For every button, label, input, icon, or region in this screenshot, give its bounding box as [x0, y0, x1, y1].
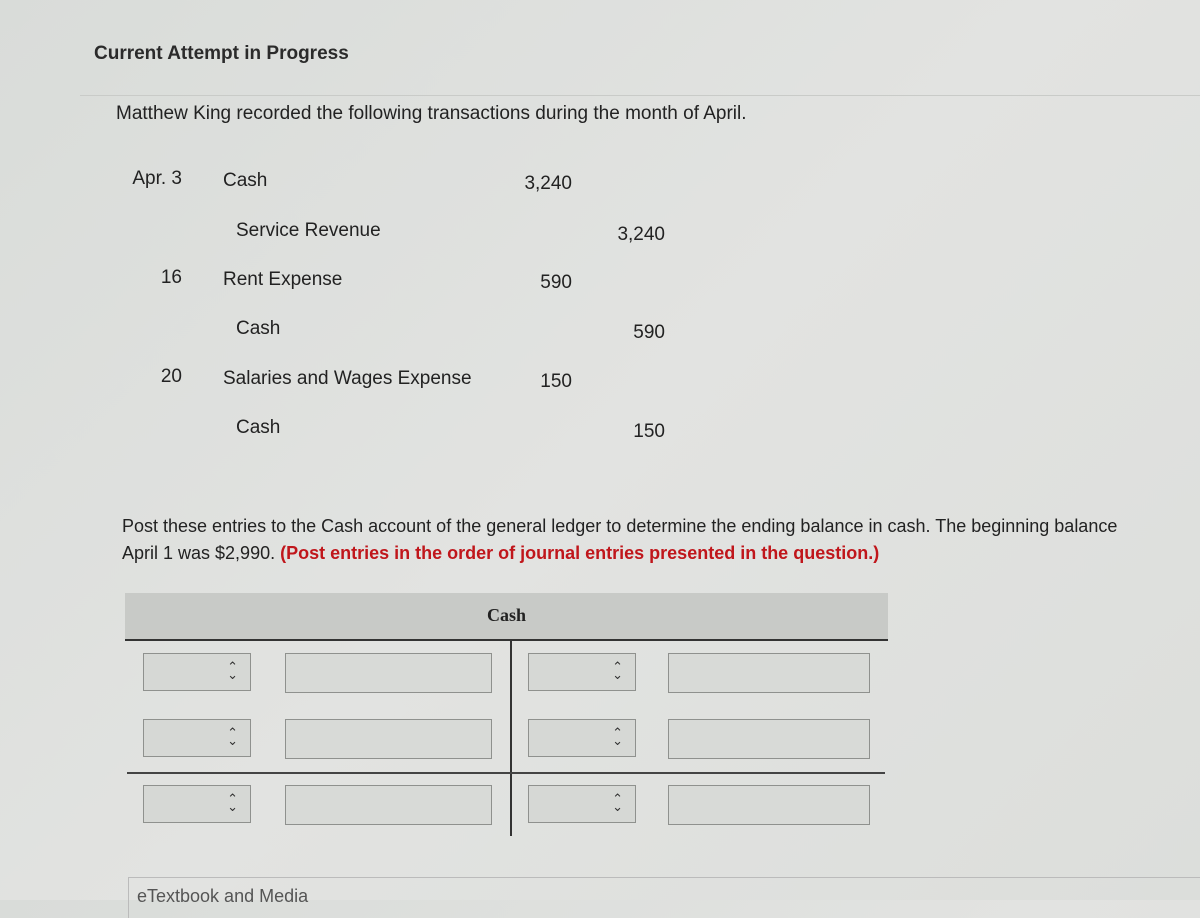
- entry-debit: 590: [540, 272, 572, 293]
- entry-credit: 150: [633, 421, 665, 442]
- entry-debit: 3,240: [524, 173, 572, 194]
- instruction-text: Post these entries to the Cash account o…: [122, 516, 1118, 536]
- instruction-line2: April 1 was $2,990.: [122, 543, 276, 563]
- select-arrows-icon: ⌃ ⌄: [612, 725, 623, 748]
- credit-date-select-1[interactable]: ⌃ ⌄: [528, 653, 636, 691]
- etextbook-link[interactable]: eTextbook and Media: [137, 886, 308, 907]
- debit-amount-input-1[interactable]: [285, 653, 492, 693]
- instructions: Post these entries to the Cash account o…: [122, 513, 1200, 567]
- select-arrows-icon: ⌃ ⌄: [227, 659, 238, 682]
- question-intro: Matthew King recorded the following tran…: [116, 103, 747, 124]
- t-account-total-line: [127, 772, 885, 774]
- debit-date-select-3[interactable]: ⌃ ⌄: [143, 785, 251, 823]
- entry-account: Cash: [236, 318, 281, 339]
- instruction-note: (Post entries in the order of journal en…: [280, 543, 880, 563]
- t-account-header: Cash: [125, 593, 888, 641]
- debit-amount-input-3[interactable]: [285, 785, 492, 825]
- select-arrows-icon: ⌃ ⌄: [612, 659, 623, 682]
- credit-amount-input-2[interactable]: [668, 719, 870, 759]
- credit-amount-input-3[interactable]: [668, 785, 870, 825]
- entry-account: Rent Expense: [223, 269, 343, 290]
- entry-date: 20: [160, 366, 182, 387]
- entry-debit: 150: [540, 371, 572, 392]
- entry-account: Cash: [223, 170, 268, 191]
- select-arrows-icon: ⌃ ⌄: [612, 791, 623, 814]
- t-account-divider: [510, 641, 512, 836]
- entry-account: Service Revenue: [236, 220, 381, 241]
- credit-date-select-3[interactable]: ⌃ ⌄: [528, 785, 636, 823]
- credit-amount-input-1[interactable]: [668, 653, 870, 693]
- select-arrows-icon: ⌃ ⌄: [227, 725, 238, 748]
- page-title: Current Attempt in Progress: [94, 43, 349, 64]
- entry-account: Cash: [236, 417, 281, 438]
- t-account-title: Cash: [486, 605, 526, 625]
- entry-account: Salaries and Wages Expense: [223, 368, 472, 389]
- entry-date: Apr. 3: [132, 168, 182, 189]
- entry-credit: 3,240: [617, 224, 665, 245]
- select-arrows-icon: ⌃ ⌄: [227, 791, 238, 814]
- divider: [80, 95, 1200, 96]
- debit-amount-input-2[interactable]: [285, 719, 492, 759]
- debit-date-select-2[interactable]: ⌃ ⌄: [143, 719, 251, 757]
- debit-date-select-1[interactable]: ⌃ ⌄: [143, 653, 251, 691]
- etextbook-section[interactable]: eTextbook and Media: [128, 877, 1200, 918]
- entry-credit: 590: [633, 322, 665, 343]
- entry-date: 16: [160, 267, 182, 288]
- credit-date-select-2[interactable]: ⌃ ⌄: [528, 719, 636, 757]
